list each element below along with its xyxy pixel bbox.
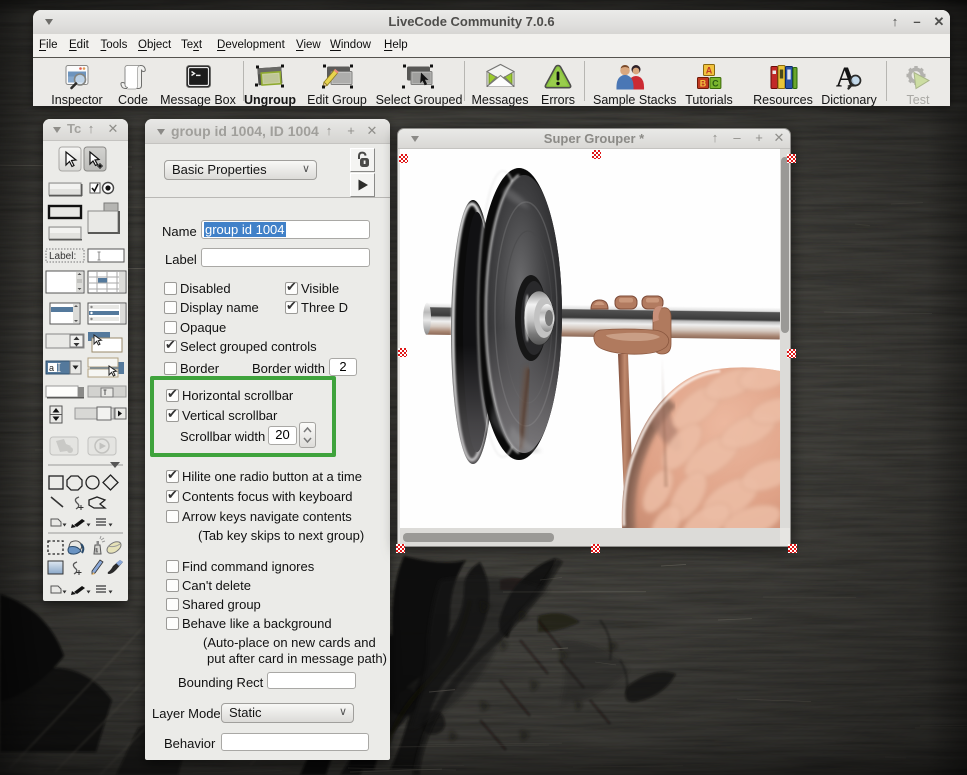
svg-text:Label:: Label:: [49, 251, 76, 262]
svg-text:a: a: [49, 363, 54, 373]
svg-text:C: C: [712, 79, 719, 89]
svg-text:B: B: [700, 79, 707, 89]
svg-text:A: A: [706, 66, 713, 76]
